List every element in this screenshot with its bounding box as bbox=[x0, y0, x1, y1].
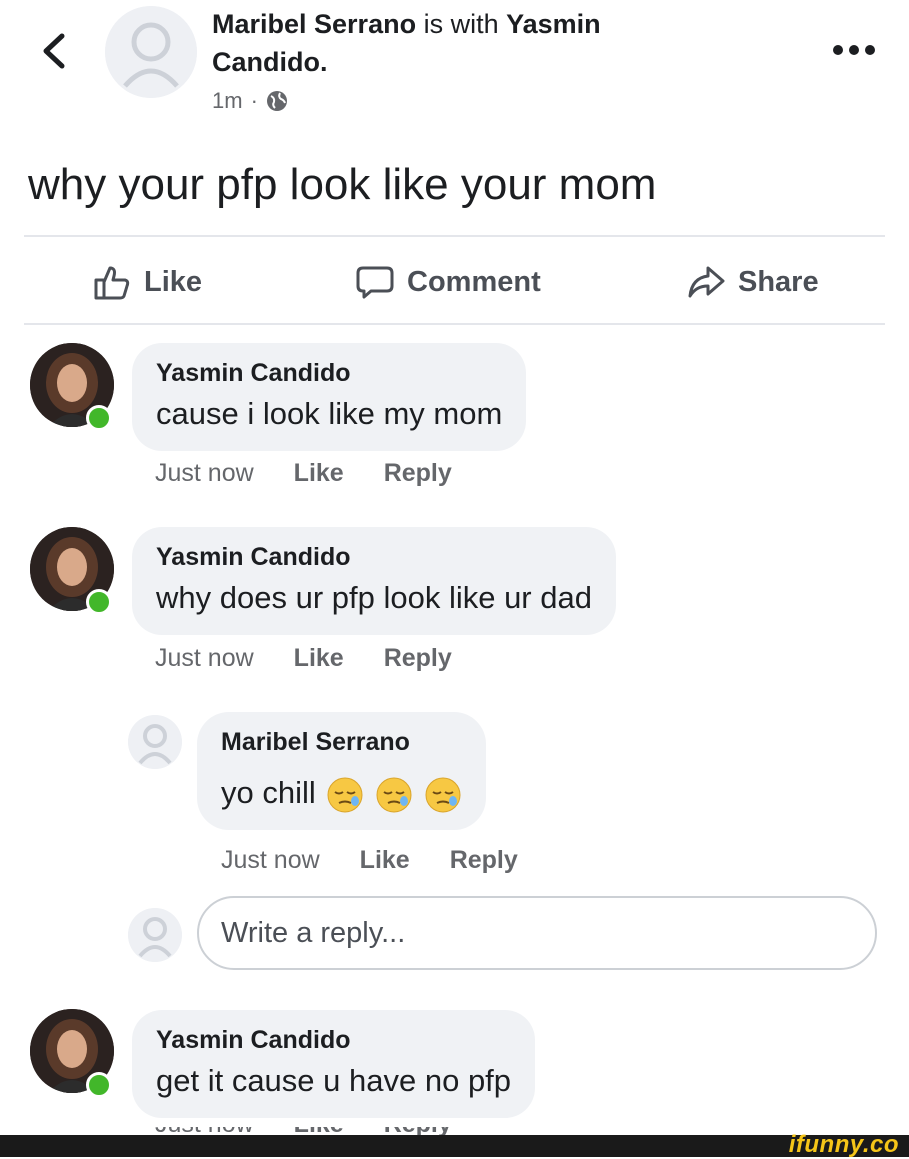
post-header-line-1: Maribel Serrano is with Yasmin bbox=[212, 6, 601, 42]
like-label: Like bbox=[144, 265, 203, 298]
meta-separator: · bbox=[250, 88, 258, 113]
share-button[interactable]: Share bbox=[686, 256, 819, 308]
globe-icon bbox=[266, 91, 287, 111]
more-horizontal-icon[interactable] bbox=[830, 42, 878, 58]
reply-author[interactable]: Maribel Serrano bbox=[221, 726, 462, 758]
sleepy-face-icon bbox=[327, 777, 363, 813]
comment-author[interactable]: Yasmin Candido bbox=[156, 1024, 511, 1056]
watermark-text: ifunny.co bbox=[788, 1131, 899, 1158]
comment-time: Just now bbox=[155, 459, 254, 487]
reply-reply-link[interactable]: Reply bbox=[450, 846, 518, 875]
reply-like-link[interactable]: Like bbox=[360, 846, 410, 875]
default-profile-icon bbox=[128, 715, 182, 769]
comment-like-link[interactable]: Like bbox=[294, 459, 344, 488]
tagged-name-first[interactable]: Yasmin bbox=[506, 9, 601, 39]
comment-icon bbox=[356, 266, 394, 299]
comment-bubble[interactable]: Yasmin Candido why does ur pfp look like… bbox=[132, 527, 616, 635]
comment-time: Just now bbox=[155, 644, 254, 672]
sleepy-face-icon bbox=[376, 777, 412, 813]
comment-bubble[interactable]: Yasmin Candido cause i look like my mom bbox=[132, 343, 527, 451]
comment-meta: Just now Like Reply bbox=[155, 644, 452, 673]
post-text: why your pfp look like your mom bbox=[28, 160, 657, 209]
reply-text-row: yo chill bbox=[221, 772, 462, 814]
comment-text: why does ur pfp look like ur dad bbox=[156, 580, 592, 615]
comment-like-link[interactable]: Like bbox=[294, 644, 344, 673]
comment-label: Comment bbox=[407, 265, 541, 298]
post-time[interactable]: 1m bbox=[212, 88, 243, 114]
current-user-avatar bbox=[128, 908, 182, 962]
online-status-dot bbox=[86, 589, 112, 615]
online-status-dot bbox=[86, 405, 112, 431]
sleepy-face-icon bbox=[425, 777, 461, 813]
tagged-name-second[interactable]: Candido. bbox=[212, 47, 328, 77]
like-button[interactable]: Like bbox=[92, 256, 202, 308]
chevron-left-icon[interactable] bbox=[34, 26, 74, 76]
reply-time: Just now bbox=[221, 846, 320, 874]
reply-bubble[interactable]: Maribel Serrano yo chill bbox=[197, 712, 486, 830]
comment-author[interactable]: Yasmin Candido bbox=[156, 357, 502, 389]
share-arrow-icon bbox=[688, 266, 725, 298]
reply-author-avatar[interactable] bbox=[128, 715, 182, 769]
thumbs-up-icon bbox=[94, 266, 130, 300]
comment-text: cause i look like my mom bbox=[156, 396, 503, 431]
post-header-line-2: Candido. bbox=[212, 44, 328, 80]
comment-author[interactable]: Yasmin Candido bbox=[156, 541, 592, 573]
default-profile-icon bbox=[105, 6, 197, 98]
share-label: Share bbox=[738, 265, 819, 298]
watermark-bar bbox=[0, 1135, 909, 1157]
divider bbox=[24, 235, 885, 237]
comment-reply-link[interactable]: Reply bbox=[384, 459, 452, 488]
post-author-name[interactable]: Maribel Serrano bbox=[212, 9, 416, 39]
divider bbox=[24, 323, 885, 325]
comment-meta: Just now Like Reply bbox=[155, 459, 452, 488]
author-avatar[interactable] bbox=[105, 6, 197, 98]
reply-text: yo chill bbox=[221, 775, 316, 810]
reply-meta: Just now Like Reply bbox=[221, 846, 518, 875]
with-text: is with bbox=[423, 9, 499, 39]
comment-button[interactable]: Comment bbox=[355, 256, 541, 308]
comment-text: get it cause u have no pfp bbox=[156, 1063, 512, 1098]
comment-bubble[interactable]: Yasmin Candido get it cause u have no pf… bbox=[132, 1010, 536, 1118]
online-status-dot bbox=[86, 1072, 112, 1098]
write-reply-input[interactable] bbox=[197, 896, 877, 970]
comment-reply-link[interactable]: Reply bbox=[384, 644, 452, 673]
default-profile-icon bbox=[128, 908, 182, 962]
post-meta: 1m · bbox=[212, 88, 288, 114]
